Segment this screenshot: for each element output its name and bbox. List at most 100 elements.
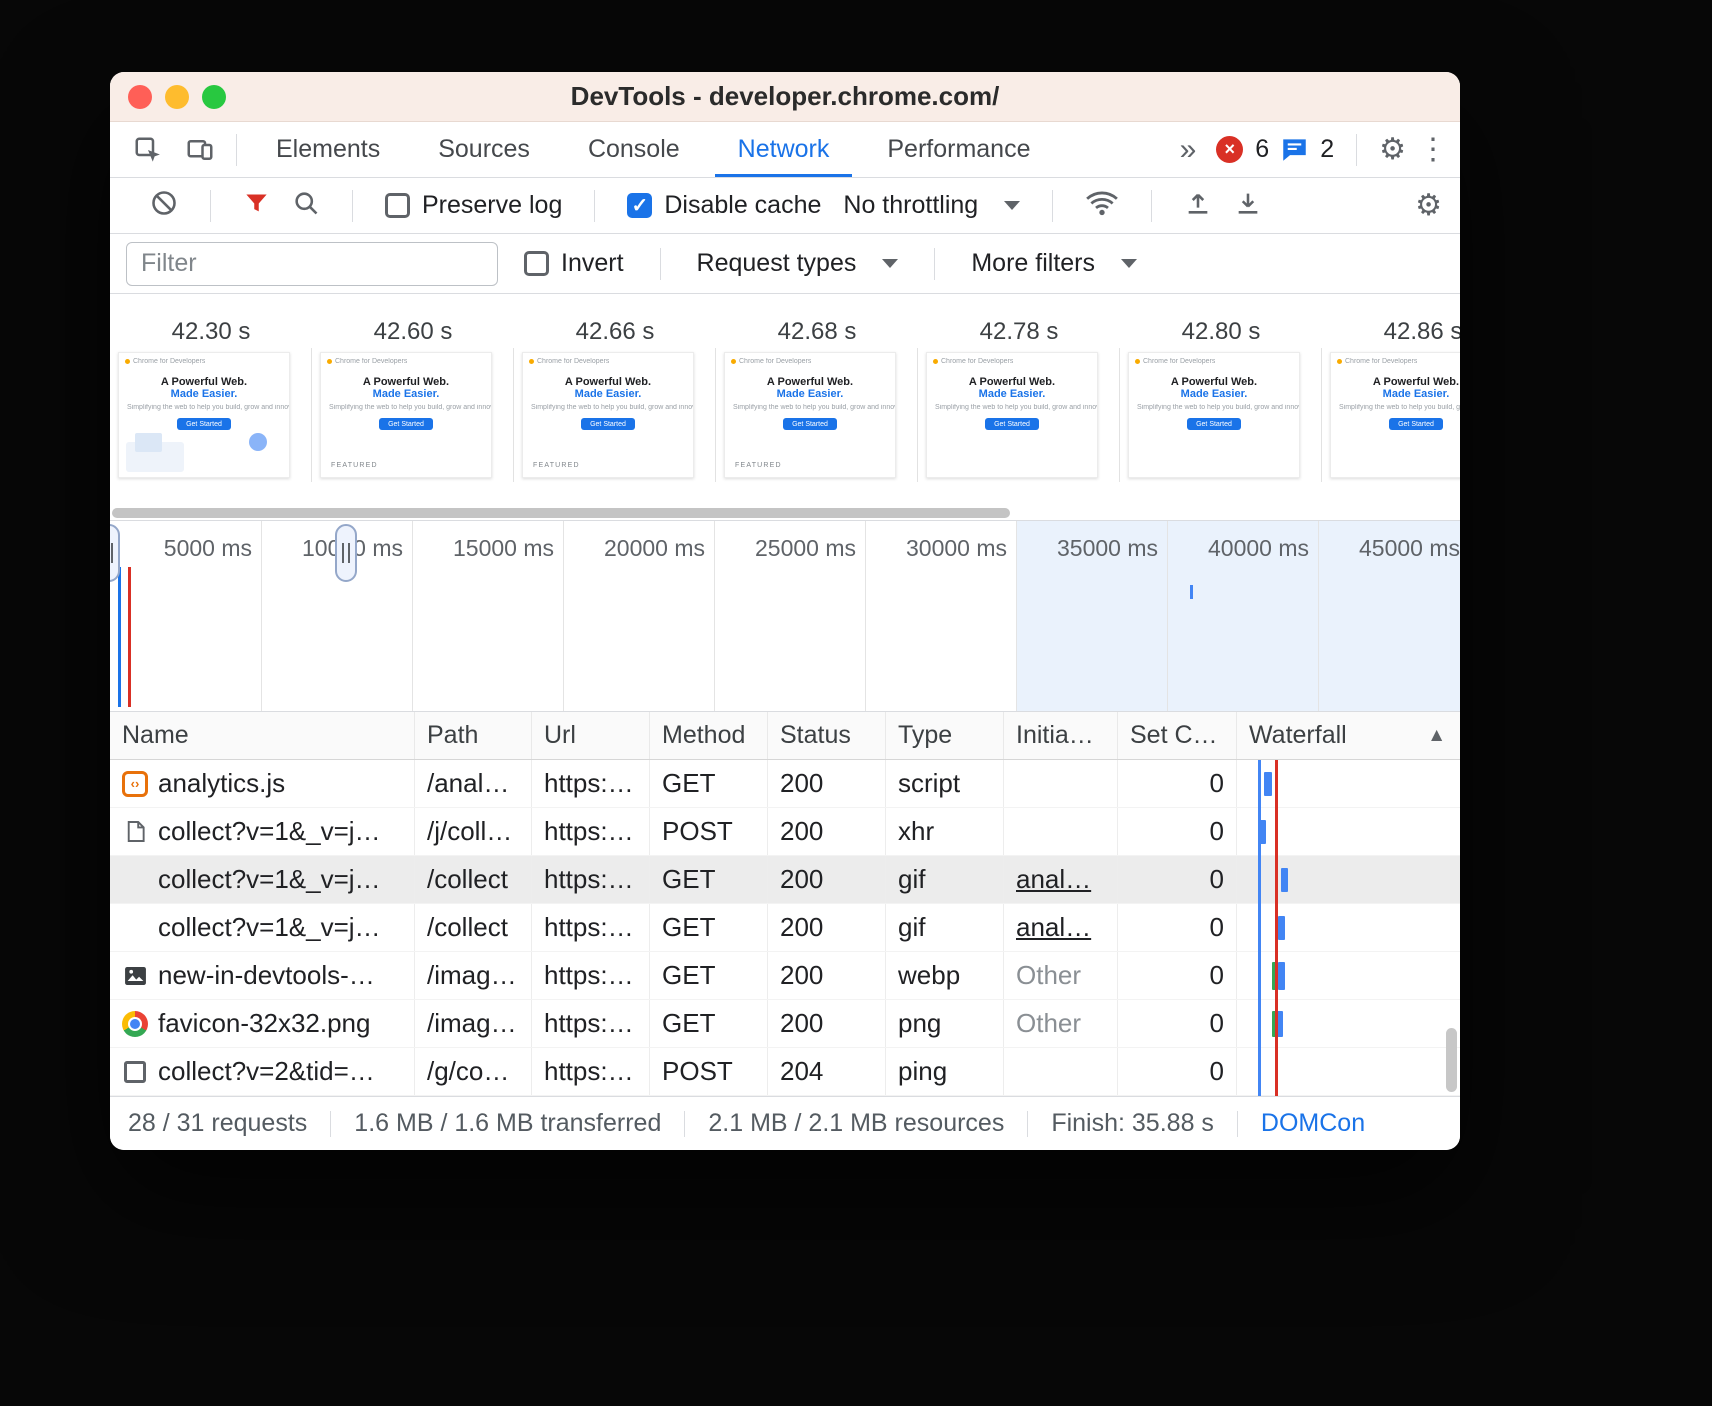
column-header-set-cookies[interactable]: Set C… (1118, 712, 1237, 759)
filter-input[interactable] (126, 242, 498, 286)
tab-network[interactable]: Network (709, 122, 859, 177)
request-set-cookies: 0 (1118, 904, 1237, 951)
filmstrip-frame[interactable]: 42.80 sChrome for DevelopersA Powerful W… (1120, 294, 1322, 505)
minimize-button[interactable] (165, 85, 189, 109)
timeline-overview[interactable]: 5000 ms10000 ms15000 ms20000 ms25000 ms3… (110, 521, 1460, 712)
search-button[interactable] (292, 189, 320, 222)
divider (934, 248, 935, 280)
image-icon (122, 963, 148, 989)
site-logo-icon (327, 359, 332, 364)
request-waterfall (1237, 760, 1460, 807)
filmstrip-frame[interactable]: 42.86 sChrome for DevelopersA Powerful W… (1322, 294, 1460, 505)
filmstrip-frame[interactable]: 42.60 sChrome for DevelopersA Powerful W… (312, 294, 514, 505)
divider (594, 190, 595, 222)
column-header-path[interactable]: Path (415, 712, 532, 759)
device-toolbar-button[interactable] (174, 127, 226, 173)
issues-icon[interactable] (1281, 137, 1308, 162)
request-method: GET (650, 952, 768, 999)
disable-cache-checkbox[interactable] (627, 193, 652, 218)
filmstrip-frame[interactable]: 42.30 sChrome for DevelopersA Powerful W… (110, 294, 312, 505)
divider (330, 1111, 331, 1137)
more-filters-dropdown[interactable]: More filters (971, 249, 1137, 278)
thumbnail-site-header: Chrome for Developers (1129, 353, 1299, 366)
close-button[interactable] (128, 85, 152, 109)
invert-checkbox[interactable] (524, 251, 549, 276)
dom-content-loaded-time: DOMCon (1261, 1109, 1365, 1138)
request-name: favicon-32x32.png (158, 1008, 370, 1039)
thumbnail-heading-line1: A Powerful Web. (725, 376, 895, 388)
tab-sources[interactable]: Sources (409, 122, 559, 177)
request-waterfall (1237, 1048, 1460, 1095)
column-header-url[interactable]: Url (532, 712, 650, 759)
request-path: /collect (415, 904, 532, 951)
request-name: collect?v=2&tid=… (158, 1056, 375, 1087)
filter-toggle-button[interactable] (243, 190, 270, 222)
tab-elements[interactable]: Elements (247, 122, 409, 177)
request-name: new-in-devtools-… (158, 960, 375, 991)
filmstrip-horizontal-scrollbar[interactable] (112, 508, 1010, 518)
preserve-log-control: Preserve log (385, 191, 562, 220)
request-types-dropdown[interactable]: Request types (697, 249, 899, 278)
tab-performance[interactable]: Performance (858, 122, 1059, 177)
window-controls (128, 85, 226, 109)
request-name-cell: new-in-devtools-… (110, 952, 415, 999)
thumbnail-subtitle: Simplifying the web to help you build, g… (1331, 404, 1460, 411)
clear-button[interactable] (150, 189, 178, 222)
request-initiator[interactable]: anal… (1004, 904, 1118, 951)
preserve-log-checkbox[interactable] (385, 193, 410, 218)
column-header-type[interactable]: Type (886, 712, 1004, 759)
export-har-button[interactable] (1234, 189, 1262, 222)
column-header-waterfall[interactable]: Waterfall▲ (1237, 712, 1460, 759)
overview-window-handle-left[interactable] (110, 524, 120, 582)
throttling-dropdown[interactable]: No throttling (843, 191, 1020, 220)
thumbnail-heading-line1: A Powerful Web. (523, 376, 693, 388)
network-conditions-button[interactable] (1085, 189, 1119, 222)
overview-window-handle-right[interactable] (335, 524, 357, 582)
settings-gear-icon[interactable]: ⚙ (1379, 135, 1406, 165)
request-url: https:… (532, 952, 650, 999)
column-header-initiator[interactable]: Initia… (1004, 712, 1118, 759)
waterfall-bar (1281, 868, 1288, 892)
more-tabs-button[interactable]: » (1172, 133, 1205, 167)
column-header-name[interactable]: Name (110, 712, 415, 759)
request-type: script (886, 760, 1004, 807)
network-settings-gear-icon[interactable]: ⚙ (1415, 191, 1442, 221)
request-status: 200 (768, 952, 886, 999)
request-status: 200 (768, 1000, 886, 1047)
zoom-button[interactable] (202, 85, 226, 109)
thumbnail-featured-label: FEATURED (735, 462, 782, 469)
tabbar-right-actions: » × 6 2 ⚙ ⋮ (1172, 133, 1448, 167)
chevron-down-icon (1004, 201, 1020, 210)
thumbnail-heading-line2: Made Easier. (321, 388, 491, 400)
filmstrip-frame[interactable]: 42.68 sChrome for DevelopersA Powerful W… (716, 294, 918, 505)
issues-count[interactable]: 2 (1320, 135, 1334, 164)
tab-console[interactable]: Console (559, 122, 709, 177)
request-set-cookies: 0 (1118, 856, 1237, 903)
thumbnail-cta-button: Get Started (177, 418, 231, 430)
request-name: collect?v=1&_v=j… (158, 816, 381, 847)
request-initiator[interactable]: anal… (1004, 856, 1118, 903)
filmstrip-frame[interactable]: 42.78 sChrome for DevelopersA Powerful W… (918, 294, 1120, 505)
overview-tick-label: 20000 ms (545, 535, 705, 562)
console-errors-icon[interactable]: × (1216, 136, 1243, 163)
inspect-cursor-icon (133, 135, 163, 165)
divider (352, 190, 353, 222)
request-method: GET (650, 760, 768, 807)
table-vertical-scrollbar[interactable] (1446, 1028, 1457, 1092)
import-har-button[interactable] (1184, 189, 1212, 222)
more-options-icon[interactable]: ⋮ (1418, 135, 1448, 165)
filmstrip-frame[interactable]: 42.66 sChrome for DevelopersA Powerful W… (514, 294, 716, 505)
filmstrip-thumbnail: Chrome for DevelopersA Powerful Web.Made… (926, 352, 1098, 478)
column-header-method[interactable]: Method (650, 712, 768, 759)
thumbnail-heading-line1: A Powerful Web. (927, 376, 1097, 388)
request-name-cell: collect?v=1&_v=j… (110, 856, 415, 903)
chrome-icon (122, 1011, 148, 1037)
inspect-element-button[interactable] (122, 127, 174, 173)
network-table-header: Name Path Url Method Status Type Initia…… (110, 712, 1460, 760)
request-type: png (886, 1000, 1004, 1047)
column-header-status[interactable]: Status (768, 712, 886, 759)
error-count[interactable]: 6 (1255, 135, 1269, 164)
site-logo-icon (933, 359, 938, 364)
request-set-cookies: 0 (1118, 952, 1237, 999)
divider (210, 190, 211, 222)
